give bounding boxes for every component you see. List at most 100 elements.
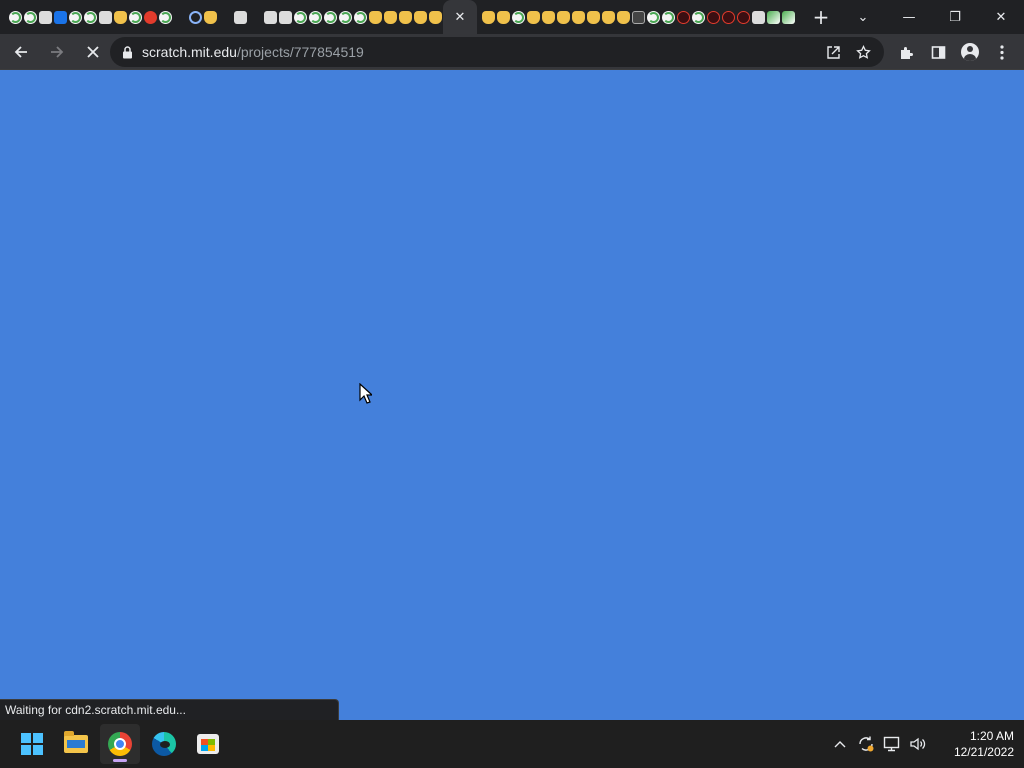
tab[interactable] — [338, 0, 353, 34]
tab[interactable] — [691, 0, 706, 34]
tab[interactable] — [496, 0, 511, 34]
store-taskbar-button[interactable] — [188, 724, 228, 764]
tab-active[interactable]: ✕ — [443, 0, 477, 34]
tab[interactable] — [571, 0, 586, 34]
volume-icon[interactable] — [906, 732, 930, 756]
tab-favicon-icon — [602, 10, 615, 24]
tab[interactable] — [98, 0, 113, 34]
tab[interactable] — [368, 0, 383, 34]
url-text[interactable]: scratch.mit.edu/projects/777854519 — [142, 44, 364, 60]
tab-favicon-icon — [114, 10, 127, 24]
tab[interactable] — [511, 0, 526, 34]
tab[interactable] — [601, 0, 616, 34]
tab[interactable] — [23, 0, 38, 34]
tab[interactable] — [413, 0, 428, 34]
address-bar[interactable]: scratch.mit.edu/projects/777854519 — [110, 37, 884, 67]
forward-button[interactable] — [42, 37, 72, 67]
tab[interactable] — [188, 0, 203, 34]
tab[interactable] — [68, 0, 83, 34]
tab-favicon-icon — [752, 10, 765, 24]
tab[interactable] — [721, 0, 736, 34]
file-explorer-button[interactable] — [56, 724, 96, 764]
tab[interactable] — [248, 0, 263, 34]
tab[interactable] — [308, 0, 323, 34]
tab-favicon-icon — [69, 10, 82, 24]
mouse-pointer-icon — [359, 382, 374, 409]
stop-loading-button[interactable] — [78, 37, 108, 67]
taskbar-clock[interactable]: 1:20 AM 12/21/2022 — [940, 728, 1014, 760]
page-content[interactable] — [0, 70, 1024, 720]
close-tab-icon[interactable]: ✕ — [455, 10, 466, 25]
tab[interactable] — [661, 0, 676, 34]
tab[interactable] — [706, 0, 721, 34]
profile-button[interactable] — [954, 37, 986, 67]
tab[interactable] — [383, 0, 398, 34]
tab[interactable] — [398, 0, 413, 34]
tab[interactable] — [203, 0, 218, 34]
tab[interactable] — [173, 0, 188, 34]
chrome-menu-icon[interactable] — [986, 37, 1018, 67]
tab[interactable] — [586, 0, 601, 34]
tab-favicon-icon — [234, 10, 247, 24]
tab-list-right — [477, 0, 796, 34]
tab[interactable] — [481, 0, 496, 34]
tab[interactable] — [526, 0, 541, 34]
tab[interactable] — [128, 0, 143, 34]
tab[interactable] — [616, 0, 631, 34]
tab[interactable] — [8, 0, 23, 34]
address-bar-actions — [818, 37, 878, 67]
tab[interactable] — [556, 0, 571, 34]
new-tab-button[interactable]: + — [806, 2, 836, 32]
tab[interactable] — [263, 0, 278, 34]
tab[interactable] — [278, 0, 293, 34]
share-icon[interactable] — [818, 37, 848, 67]
sync-icon[interactable] — [854, 732, 878, 756]
edge-taskbar-button[interactable] — [144, 724, 184, 764]
status-bubble: Waiting for cdn2.scratch.mit.edu... — [0, 699, 339, 720]
tab[interactable] — [541, 0, 556, 34]
arrow-right-icon — [51, 45, 64, 58]
tab-favicon-icon — [144, 10, 157, 24]
tab-search-button[interactable]: ⌄ — [840, 2, 886, 32]
bookmark-star-icon[interactable] — [848, 37, 878, 67]
minimize-button[interactable]: — — [886, 2, 932, 32]
tab[interactable] — [83, 0, 98, 34]
tab[interactable] — [53, 0, 68, 34]
tab[interactable] — [293, 0, 308, 34]
tab[interactable] — [158, 0, 173, 34]
start-button[interactable] — [12, 724, 52, 764]
tab[interactable] — [631, 0, 646, 34]
tab[interactable] — [113, 0, 128, 34]
tab[interactable] — [766, 0, 781, 34]
extensions-puzzle-icon[interactable] — [890, 37, 922, 67]
tab[interactable] — [781, 0, 796, 34]
tab-favicon-icon — [677, 10, 690, 24]
close-window-button[interactable]: ✕ — [978, 2, 1024, 32]
restore-button[interactable]: ❐ — [932, 2, 978, 32]
tab-favicon-icon — [512, 10, 525, 24]
chrome-taskbar-button[interactable] — [100, 724, 140, 764]
tab[interactable] — [353, 0, 368, 34]
tab-favicon-icon — [399, 10, 412, 24]
tab[interactable] — [233, 0, 248, 34]
tab-favicon-icon — [24, 10, 37, 24]
tab[interactable] — [218, 0, 233, 34]
tab-favicon-icon — [527, 10, 540, 24]
store-icon — [197, 734, 219, 754]
back-button[interactable] — [6, 37, 36, 67]
tab[interactable] — [38, 0, 53, 34]
network-icon[interactable] — [880, 732, 904, 756]
side-panel-icon[interactable] — [922, 37, 954, 67]
tab[interactable] — [323, 0, 338, 34]
tab[interactable] — [646, 0, 661, 34]
tab-favicon-icon — [99, 10, 112, 24]
running-indicator — [113, 759, 127, 762]
chevron-up-icon[interactable] — [828, 732, 852, 756]
tab[interactable] — [736, 0, 751, 34]
tab[interactable] — [676, 0, 691, 34]
lock-icon[interactable] — [121, 45, 133, 59]
tab[interactable] — [428, 0, 443, 34]
arrow-left-icon — [14, 45, 27, 58]
tab[interactable] — [751, 0, 766, 34]
tab[interactable] — [143, 0, 158, 34]
